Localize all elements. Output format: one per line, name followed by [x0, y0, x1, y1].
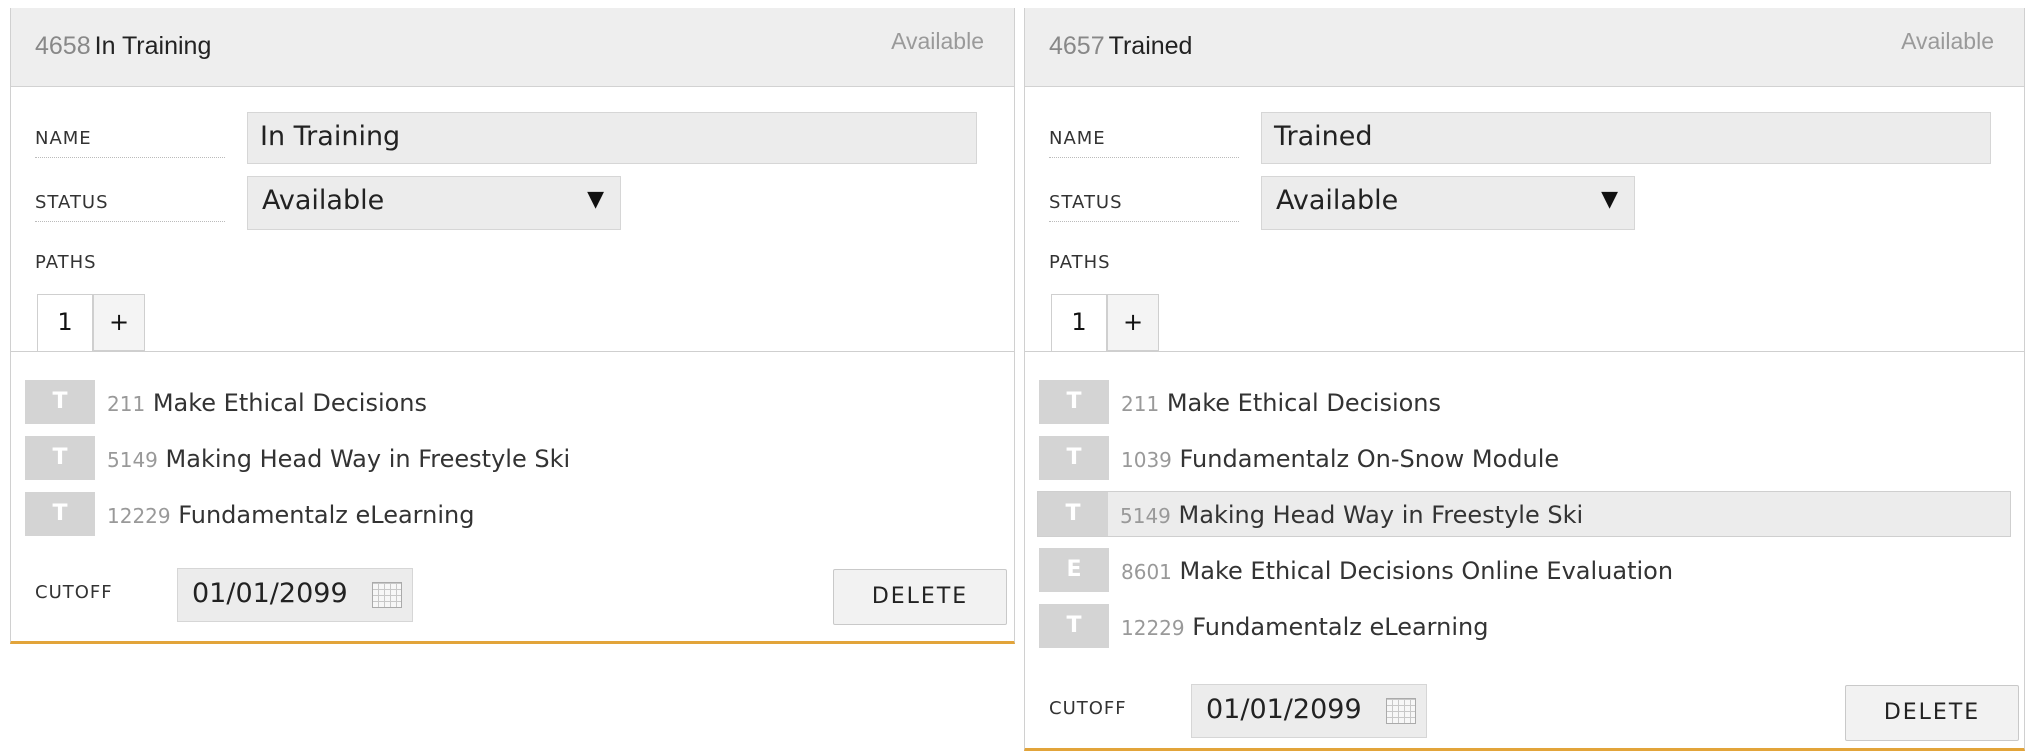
list-item[interactable]: T 12229 Fundamentalz eLearning [1039, 604, 1488, 650]
level-panel-in-training: 4658 In Training Available NAME In Traini… [10, 8, 1015, 644]
type-badge: T [1038, 492, 1108, 536]
type-badge: E [1039, 548, 1109, 592]
item-name: Making Head Way in Freestyle Ski [165, 445, 571, 473]
name-input[interactable]: In Training [247, 112, 977, 164]
calendar-icon[interactable] [372, 582, 402, 608]
type-badge: T [1039, 604, 1109, 648]
item-number: 211 [1121, 392, 1160, 416]
item-name: Make Ethical Decisions Online Evaluation [1179, 557, 1674, 585]
list-item-selected[interactable]: T 5149 Making Head Way in Freestyle Ski [1037, 491, 2011, 537]
item-name: Fundamentalz On-Snow Module [1179, 445, 1560, 473]
name-label: NAME [35, 128, 225, 158]
list-item[interactable]: T 211 Make Ethical Decisions [1039, 380, 1441, 426]
item-number: 1039 [1121, 448, 1172, 472]
add-path-tab[interactable]: + [1107, 294, 1159, 351]
item-name: Make Ethical Decisions [1166, 389, 1442, 417]
list-item[interactable]: T 211 Make Ethical Decisions [25, 380, 427, 426]
type-badge: T [25, 436, 95, 480]
panel-title: Trained [1108, 32, 1193, 60]
panel-id: 4658 In Training [35, 32, 212, 60]
level-panel-trained: 4657 Trained Available NAME Trained STATU… [1024, 8, 2025, 751]
panel-header: 4657 Trained Available [1025, 8, 2024, 87]
item-number: 211 [107, 392, 146, 416]
item-number: 12229 [107, 504, 171, 528]
tab-path-1[interactable]: 1 [37, 294, 93, 351]
type-badge: T [1039, 436, 1109, 480]
item-name: Making Head Way in Freestyle Ski [1178, 501, 1584, 529]
tab-path-1[interactable]: 1 [1051, 294, 1107, 351]
paths-tabs: 1 + [11, 294, 1014, 352]
add-path-tab[interactable]: + [93, 294, 145, 351]
panel-status: Available [891, 28, 984, 54]
status-select[interactable]: Available ▼ [247, 176, 621, 230]
name-label: NAME [1049, 128, 1239, 158]
dropdown-arrow-icon: ▼ [587, 187, 604, 212]
panel-header: 4658 In Training Available [11, 8, 1014, 87]
status-select[interactable]: Available ▼ [1261, 176, 1635, 230]
item-name: Fundamentalz eLearning [178, 501, 475, 529]
paths-label: PATHS [35, 252, 97, 273]
status-label: STATUS [35, 192, 225, 222]
cutoff-date-value: 01/01/2099 [192, 578, 348, 609]
cutoff-date-value: 01/01/2099 [1206, 694, 1362, 725]
cutoff-label: CUTOFF [1049, 698, 1127, 719]
item-number: 5149 [107, 448, 158, 472]
calendar-icon[interactable] [1386, 698, 1416, 724]
panel-id: 4657 Trained [1049, 32, 1193, 60]
dropdown-arrow-icon: ▼ [1601, 187, 1618, 212]
list-item[interactable]: E 8601 Make Ethical Decisions Online Eval… [1039, 548, 1673, 594]
list-item[interactable]: T 5149 Making Head Way in Freestyle Ski [25, 436, 570, 482]
list-item[interactable]: T 1039 Fundamentalz On-Snow Module [1039, 436, 1559, 482]
item-number: 12229 [1121, 616, 1185, 640]
paths-label: PATHS [1049, 252, 1111, 273]
panel-title: In Training [94, 32, 212, 60]
panel-status: Available [1901, 28, 1994, 54]
name-input[interactable]: Trained [1261, 112, 1991, 164]
item-number: 8601 [1121, 560, 1172, 584]
item-name: Make Ethical Decisions [152, 389, 428, 417]
delete-button[interactable]: DELETE [1845, 685, 2019, 741]
item-number: 5149 [1120, 504, 1171, 528]
list-item[interactable]: T 12229 Fundamentalz eLearning [25, 492, 474, 538]
cutoff-date-input[interactable]: 01/01/2099 [1191, 684, 1427, 738]
status-select-value: Available [1276, 185, 1399, 216]
delete-button[interactable]: DELETE [833, 569, 1007, 625]
paths-tabs: 1 + [1025, 294, 2024, 352]
type-badge: T [1039, 380, 1109, 424]
cutoff-date-input[interactable]: 01/01/2099 [177, 568, 413, 622]
item-name: Fundamentalz eLearning [1192, 613, 1489, 641]
status-label: STATUS [1049, 192, 1239, 222]
type-badge: T [25, 380, 95, 424]
type-badge: T [25, 492, 95, 536]
status-select-value: Available [262, 185, 385, 216]
cutoff-label: CUTOFF [35, 582, 113, 603]
